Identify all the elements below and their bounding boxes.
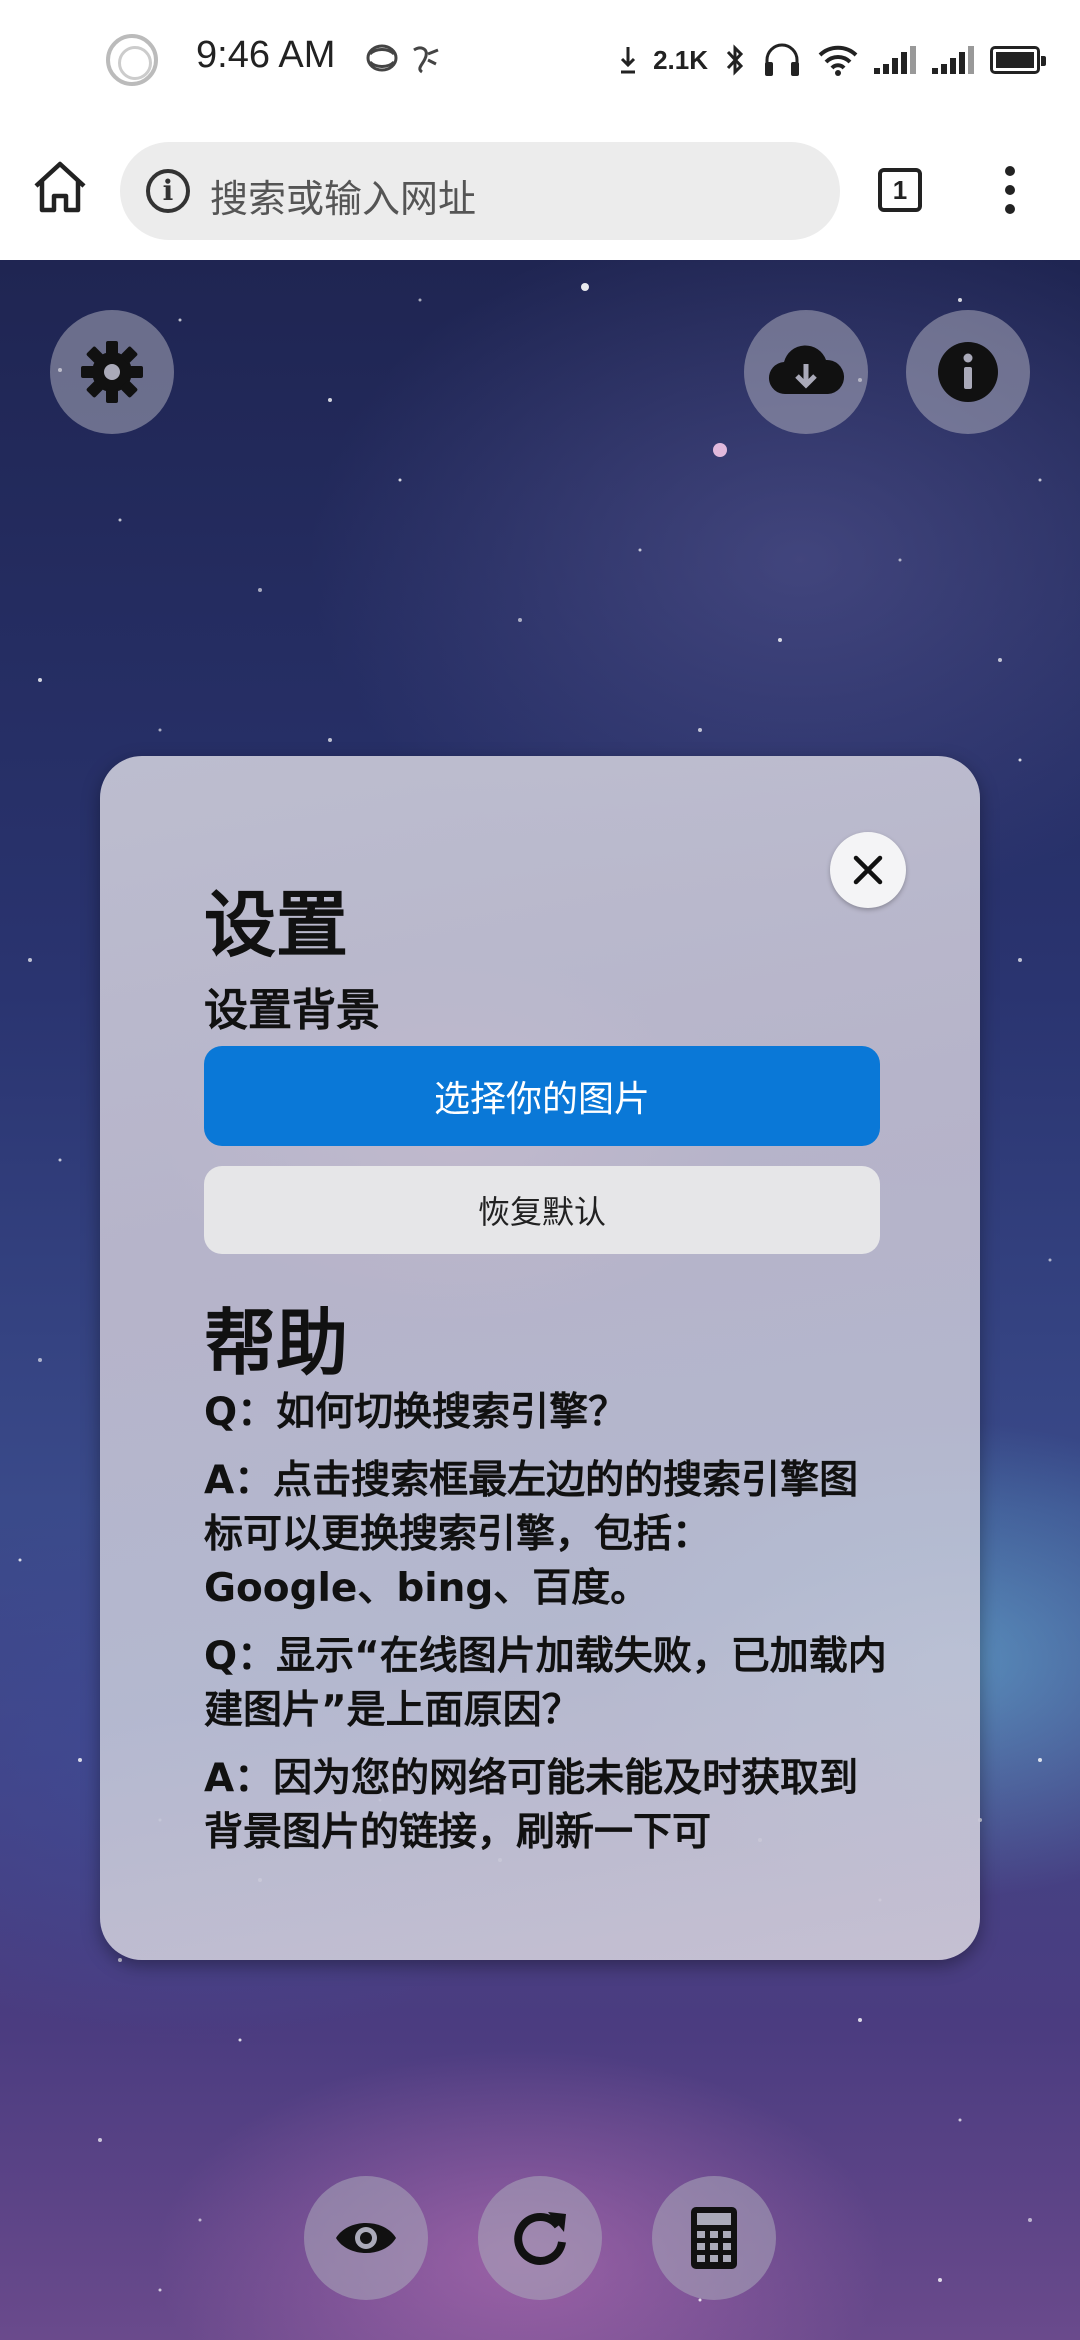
address-placeholder: 搜索或输入网址 (210, 177, 477, 221)
app-notification-icon (366, 44, 439, 74)
home-button[interactable] (30, 158, 90, 218)
signal-sim1-icon (874, 46, 916, 74)
settings-dialog: 设置 设置背景 选择你的图片 恢复默认 帮助 Q：如何切换搜索引擎？ A：点击搜… (100, 756, 980, 1960)
help-title: 帮助 (204, 1301, 349, 1385)
choose-image-button[interactable]: 选择你的图片 (204, 1046, 880, 1146)
headphones-icon (765, 43, 799, 76)
info-button[interactable] (906, 310, 1030, 434)
status-right-icons: 2.1K (619, 36, 1046, 84)
eye-icon (336, 2223, 396, 2253)
status-bar: 9:46 AM 2.1K (0, 0, 1080, 120)
faq-question: Q：显示“在线图片加载失败，已加载内建图片”是上面原因？ (204, 1634, 887, 1733)
bluetooth-icon (726, 44, 744, 76)
status-time: 9:46 AM (196, 34, 336, 76)
browser-toolbar: i 搜索或输入网址 1 (0, 120, 1080, 260)
dialog-title: 设置 (204, 883, 349, 967)
info-icon (938, 342, 998, 402)
home-icon (34, 161, 86, 213)
settings-button[interactable] (50, 310, 174, 434)
overflow-menu-icon[interactable] (1000, 166, 1020, 216)
net-speed: 2.1K (653, 44, 708, 75)
faq-question: Q：如何切换搜索引擎？ (204, 1390, 628, 1435)
address-bar[interactable]: i 搜索或输入网址 (120, 142, 840, 240)
wifi-icon (818, 45, 858, 76)
toggle-visibility-button[interactable] (304, 2176, 428, 2300)
cloud-download-icon (768, 345, 845, 395)
refresh-background-button[interactable] (478, 2176, 602, 2300)
settings-gear-icon (81, 341, 143, 403)
site-info-icon[interactable]: i (146, 169, 190, 213)
battery-icon (990, 46, 1046, 74)
calculator-icon (691, 2207, 737, 2269)
start-page: 设置 设置背景 选择你的图片 恢复默认 帮助 Q：如何切换搜索引擎？ A：点击搜… (0, 260, 1080, 2340)
download-button[interactable] (744, 310, 868, 434)
faq-answer: A：点击搜索框最左边的的搜索引擎图标可以更换搜索引擎，包括：Google、bin… (204, 1458, 859, 1611)
refresh-icon (514, 2212, 566, 2265)
tab-switcher-button[interactable]: 1 (878, 168, 922, 212)
restore-default-button[interactable]: 恢复默认 (204, 1166, 880, 1254)
background-section-label: 设置背景 (204, 985, 380, 1036)
close-icon (853, 855, 883, 885)
calculator-button[interactable] (652, 2176, 776, 2300)
signal-sim2-icon (932, 46, 974, 74)
recording-indicator-icon (106, 34, 158, 86)
faq-list: Q：如何切换搜索引擎？ A：点击搜索框最左边的的搜索引擎图标可以更换搜索引擎，包… (204, 1386, 894, 1874)
notification-icons (362, 38, 452, 87)
faq-answer: A：因为您的网络可能未能及时获取到背景图片的链接，刷新一下可 (204, 1756, 859, 1855)
close-button[interactable] (830, 832, 906, 908)
download-speed-icon (621, 47, 636, 74)
